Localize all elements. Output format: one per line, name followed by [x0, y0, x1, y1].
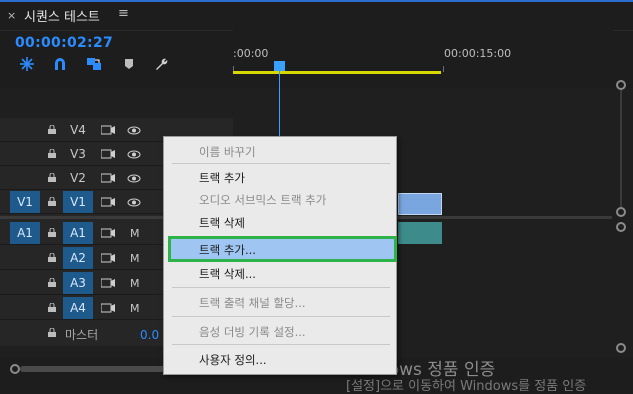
mute-button[interactable]: M — [130, 227, 140, 240]
toggle-sync-lock-icon[interactable] — [101, 197, 115, 207]
toggle-sync-lock-icon[interactable] — [101, 125, 115, 135]
eye-icon[interactable] — [127, 150, 141, 159]
scroll-handle[interactable] — [616, 207, 626, 217]
track-target-v4[interactable]: V4 — [63, 119, 93, 141]
lock-icon[interactable] — [48, 173, 56, 182]
mute-button[interactable]: M — [130, 252, 140, 265]
scroll-handle[interactable] — [616, 222, 626, 232]
audio-clip[interactable] — [398, 222, 442, 244]
lock-icon[interactable] — [48, 253, 56, 262]
menu-separator — [172, 163, 390, 164]
mute-button[interactable]: M — [130, 277, 140, 290]
menu-separator — [172, 287, 390, 288]
track-target-a3[interactable]: A3 — [63, 272, 93, 294]
lock-icon[interactable] — [48, 149, 56, 158]
eye-icon[interactable] — [127, 126, 141, 135]
mute-button[interactable]: M — [130, 302, 140, 315]
menu-item-delete-tracks-dialog[interactable]: 트랙 삭제... — [199, 266, 256, 282]
lock-icon[interactable] — [48, 228, 56, 237]
magnet-icon[interactable] — [52, 56, 68, 72]
scroll-handle[interactable] — [616, 343, 626, 353]
menu-item-voice-over-settings[interactable]: 음성 더빙 기록 설정... — [199, 324, 306, 340]
menu-item-assign-output-channels[interactable]: 트랙 출력 채널 할당... — [199, 295, 306, 311]
track-target-v1[interactable]: V1 — [63, 191, 93, 213]
toggle-sync-lock-icon[interactable] — [101, 228, 115, 238]
toggle-sync-lock-icon[interactable] — [101, 253, 115, 263]
video-vertical-scrollbar[interactable] — [620, 90, 622, 207]
work-area-bar[interactable] — [233, 71, 441, 74]
master-volume-value[interactable]: 0.0 — [140, 328, 159, 342]
menu-item-customize[interactable]: 사용자 정의... — [199, 352, 267, 368]
playhead-handle[interactable] — [274, 61, 285, 71]
source-patch-v1[interactable]: V1 — [10, 191, 40, 213]
snap-icon[interactable] — [19, 56, 35, 72]
lock-icon[interactable] — [48, 278, 56, 287]
ruler-tick — [443, 66, 444, 72]
wrench-icon[interactable] — [153, 56, 169, 72]
linked-selection-icon[interactable] — [86, 56, 102, 72]
toggle-sync-lock-icon[interactable] — [101, 303, 115, 313]
video-clip[interactable] — [398, 193, 442, 215]
menu-item-add-track[interactable]: 트랙 추가 — [199, 170, 245, 186]
close-tab-icon[interactable]: × — [7, 9, 16, 22]
menu-item-rename[interactable]: 이름 바꾸기 — [199, 144, 256, 160]
scroll-handle[interactable] — [10, 364, 20, 374]
panel-focus-line — [0, 0, 633, 2]
horizontal-scrollbar[interactable] — [20, 366, 166, 372]
scroll-handle[interactable] — [616, 80, 626, 90]
track-target-a4[interactable]: A4 — [63, 297, 93, 319]
toggle-sync-lock-icon[interactable] — [101, 278, 115, 288]
add-marker-icon[interactable] — [121, 56, 137, 72]
master-track-label: 마스터 — [65, 328, 99, 342]
lock-icon[interactable] — [48, 197, 56, 206]
menu-separator — [172, 316, 390, 317]
track-target-v2[interactable]: V2 — [63, 167, 93, 189]
toggle-sync-lock-icon[interactable] — [101, 173, 115, 183]
eye-icon[interactable] — [127, 174, 141, 183]
lock-icon[interactable] — [48, 328, 56, 337]
sequence-tab-title[interactable]: 시퀀스 테스트 — [24, 6, 100, 25]
panel-menu-icon[interactable]: ≡ — [118, 6, 129, 21]
track-target-v3[interactable]: V3 — [63, 143, 93, 165]
ruler-mid-label: 00:00:15:00 — [444, 47, 512, 60]
track-target-a2[interactable]: A2 — [63, 247, 93, 269]
time-ruler[interactable] — [233, 30, 613, 88]
track-target-a1[interactable]: A1 — [63, 222, 93, 244]
activation-watermark-text: [설정]으로 이동하여 Windows를 정품 인증 — [346, 379, 587, 394]
annotation-highlight-box — [168, 236, 397, 262]
toggle-sync-lock-icon[interactable] — [101, 149, 115, 159]
menu-item-add-submix-track[interactable]: 오디오 서브믹스 트랙 추가 — [199, 192, 326, 208]
menu-item-delete-track[interactable]: 트랙 삭제 — [199, 215, 245, 231]
lock-icon[interactable] — [48, 303, 56, 312]
playhead-timecode[interactable]: 00:00:02:27 — [15, 35, 113, 51]
lock-icon[interactable] — [48, 125, 56, 134]
source-patch-a1[interactable]: A1 — [10, 222, 40, 244]
menu-separator — [172, 344, 390, 345]
ruler-start-label: :00:00 — [233, 47, 269, 60]
eye-icon[interactable] — [127, 198, 141, 207]
